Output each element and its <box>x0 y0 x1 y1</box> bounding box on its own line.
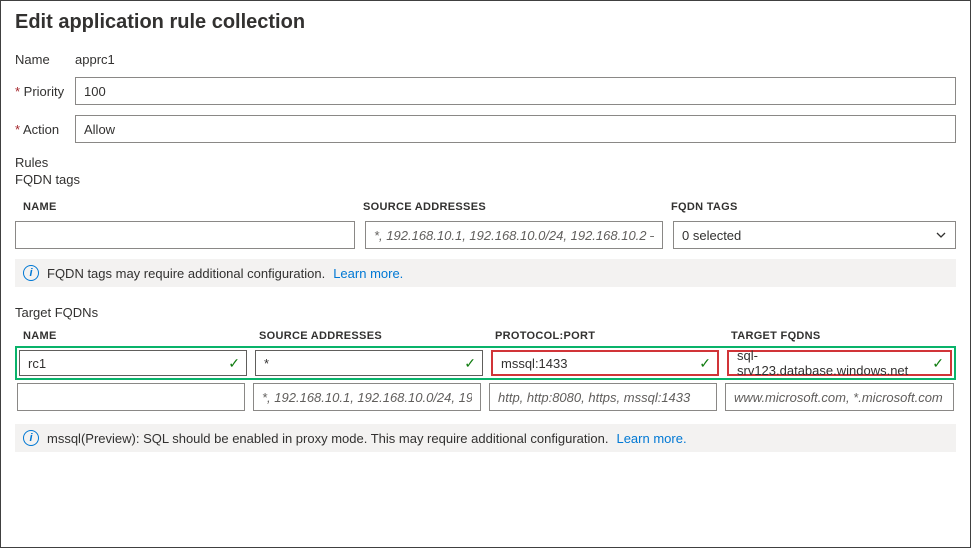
mssql-info-bar: i mssql(Preview): SQL should be enabled … <box>15 424 956 452</box>
fqdn-name-input[interactable] <box>15 221 355 249</box>
tf-target-value: sql-srv123.database.windows.net <box>737 348 924 378</box>
check-icon: ✓ <box>464 356 476 370</box>
col-tags: FQDN TAGS <box>671 201 948 213</box>
rules-label: Rules <box>15 155 956 170</box>
fqdn-tags-row: 0 selected <box>15 217 956 255</box>
fqdn-source-input[interactable] <box>365 221 663 249</box>
priority-input[interactable] <box>75 77 956 105</box>
fqdn-info-text: FQDN tags may require additional configu… <box>47 266 325 281</box>
mssql-info-text: mssql(Preview): SQL should be enabled in… <box>47 431 608 446</box>
fqdn-info-bar: i FQDN tags may require additional confi… <box>15 259 956 287</box>
tf-source-cell[interactable]: * ✓ <box>255 350 483 376</box>
tf-name-value: rc1 <box>28 356 46 371</box>
priority-label: Priority <box>15 84 75 99</box>
tcol-source: SOURCE ADDRESSES <box>259 330 495 342</box>
tf-source-value: * <box>264 356 269 371</box>
tf-new-name-input[interactable] <box>17 383 245 411</box>
page-title: Edit application rule collection <box>15 11 956 34</box>
name-value: apprc1 <box>75 52 115 67</box>
info-icon: i <box>23 430 39 446</box>
target-row-new <box>15 380 956 414</box>
chevron-down-icon <box>935 229 947 241</box>
fqdn-tags-selected: 0 selected <box>682 228 741 243</box>
tf-name-cell[interactable]: rc1 ✓ <box>19 350 247 376</box>
check-icon: ✓ <box>699 356 711 370</box>
tf-protocol-cell[interactable]: mssql:1433 ✓ <box>491 350 719 376</box>
fqdn-learn-more-link[interactable]: Learn more. <box>333 266 403 281</box>
mssql-learn-more-link[interactable]: Learn more. <box>616 431 686 446</box>
target-fqdns-header: NAME SOURCE ADDRESSES PROTOCOL:PORT TARG… <box>15 324 956 346</box>
target-fqdns-label: Target FQDNs <box>15 305 956 320</box>
target-row-1: rc1 ✓ * ✓ mssql:1433 ✓ sql-srv123.databa… <box>15 346 956 380</box>
fqdn-tags-header: NAME SOURCE ADDRESSES FQDN TAGS <box>15 195 956 217</box>
check-icon: ✓ <box>228 356 240 370</box>
tf-new-target-input[interactable] <box>725 383 954 411</box>
tcol-target: TARGET FQDNS <box>731 330 948 342</box>
check-icon: ✓ <box>932 356 944 370</box>
tf-protocol-value: mssql:1433 <box>501 356 567 371</box>
tf-new-protocol-input[interactable] <box>489 383 717 411</box>
col-name: NAME <box>23 201 363 213</box>
fqdn-tags-dropdown[interactable]: 0 selected <box>673 221 956 249</box>
fqdn-tags-label: FQDN tags <box>15 172 956 187</box>
col-source: SOURCE ADDRESSES <box>363 201 671 213</box>
tf-new-source-input[interactable] <box>253 383 481 411</box>
action-input[interactable] <box>75 115 956 143</box>
name-label: Name <box>15 52 75 67</box>
tcol-name: NAME <box>23 330 259 342</box>
tcol-protocol: PROTOCOL:PORT <box>495 330 731 342</box>
action-label: Action <box>15 122 75 137</box>
tf-target-cell[interactable]: sql-srv123.database.windows.net ✓ <box>727 350 952 376</box>
info-icon: i <box>23 265 39 281</box>
